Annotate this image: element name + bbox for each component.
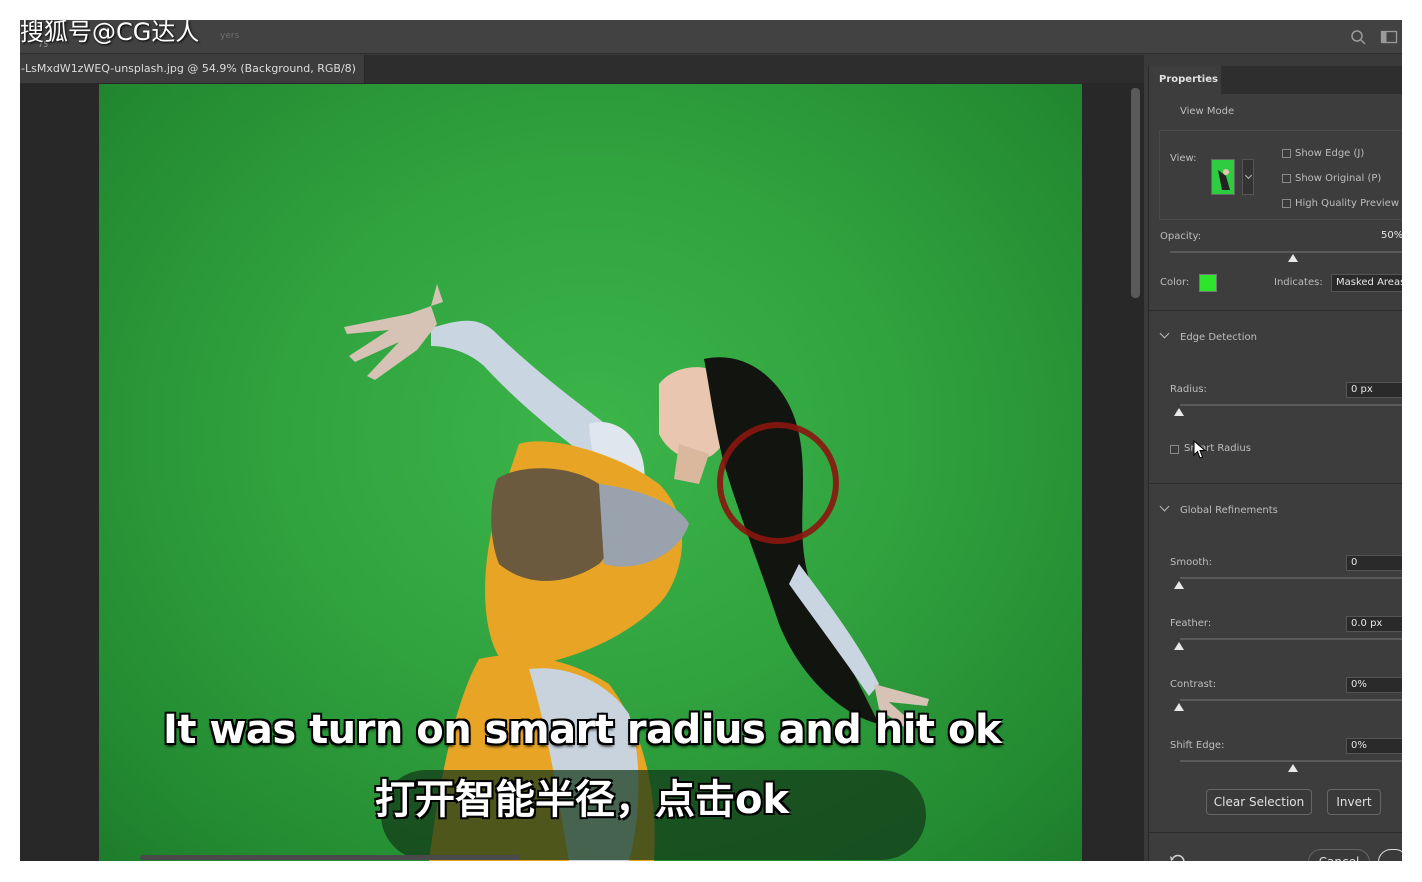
radius-label: Radius: [1170,384,1207,395]
contrast-slider-track[interactable] [1180,699,1402,701]
radius-input[interactable]: 0 px [1346,382,1402,398]
faded-layers-label: yers [220,31,240,41]
mouse-pointer-icon [1193,440,1207,459]
tab-properties[interactable]: Properties [1149,66,1221,94]
section-divider [1149,310,1402,311]
color-swatch[interactable] [1199,274,1217,292]
high-quality-preview-checkbox[interactable] [1282,199,1291,208]
workspace-icon[interactable] [1380,29,1398,45]
document-tab-bar: -LsMxdW1zWEQ-unsplash.jpg @ 54.9% (Backg… [20,55,1144,83]
vertical-scrollbar[interactable] [1131,88,1140,298]
reset-icon[interactable] [1169,853,1187,861]
view-label: View: [1170,153,1197,164]
edge-detection-chevron-icon[interactable] [1159,328,1170,339]
radius-slider-thumb[interactable] [1174,408,1184,416]
indicates-label: Indicates: [1274,277,1323,288]
cancel-button[interactable]: Cancel [1308,849,1370,861]
indicates-select[interactable]: Masked Areas [1331,274,1402,292]
smart-radius-checkbox[interactable] [1170,445,1179,454]
document-tab[interactable]: -LsMxdW1zWEQ-unsplash.jpg @ 54.9% (Backg… [20,55,365,83]
panel-header: Properties [1149,66,1402,94]
chevron-down-icon [1244,171,1253,180]
shift-edge-label: Shift Edge: [1170,740,1225,751]
global-refinements-title[interactable]: Global Refinements [1180,505,1278,516]
show-original-label: Show Original (P) [1295,173,1382,184]
section-divider [1149,483,1402,484]
smooth-slider-track[interactable] [1180,577,1402,579]
horizontal-scrollbar[interactable] [140,855,520,860]
contrast-slider-thumb[interactable] [1174,703,1184,711]
shift-edge-slider-thumb[interactable] [1288,764,1298,772]
ok-button[interactable] [1378,849,1402,861]
edge-detection-title[interactable]: Edge Detection [1180,332,1257,343]
view-dropdown[interactable] [1242,159,1254,195]
clear-selection-button[interactable]: Clear Selection [1206,789,1312,815]
view-thumbnail[interactable] [1211,159,1235,195]
section-divider [1149,832,1402,833]
feather-slider-track[interactable] [1180,638,1402,640]
contrast-input[interactable]: 0% [1346,677,1402,693]
show-edge-label: Show Edge (J) [1295,148,1365,159]
search-icon[interactable] [1350,29,1368,45]
dancer-thumbnail-icon [1218,169,1230,190]
high-quality-preview-label: High Quality Preview [1295,198,1399,209]
shift-edge-slider-track[interactable] [1180,760,1402,762]
watermark: 搜狐号@CG达人 [20,18,200,46]
show-edge-checkbox[interactable] [1282,149,1291,158]
view-mode-title: View Mode [1180,106,1235,117]
feather-slider-thumb[interactable] [1174,642,1184,650]
color-label: Color: [1160,277,1190,288]
radius-slider-track[interactable] [1180,404,1402,406]
opacity-label: Opacity: [1160,231,1202,242]
show-original-checkbox[interactable] [1282,174,1291,183]
opacity-value[interactable]: 50% [1377,229,1402,245]
global-refinements-chevron-icon[interactable] [1159,501,1170,512]
smooth-label: Smooth: [1170,557,1212,568]
invert-button[interactable]: Invert [1327,789,1381,815]
feather-label: Feather: [1170,618,1212,629]
subtitle-english: It was turn on smart radius and hit ok [162,707,1002,753]
opacity-slider-thumb[interactable] [1288,254,1298,262]
feather-input[interactable]: 0.0 px [1346,616,1402,632]
opacity-slider-track[interactable] [1170,251,1402,253]
options-bar: 75 yers [20,20,1402,54]
photoshop-window: 75 yers -LsMxdW1zWEQ-unsplash.jpg @ 54.9… [20,20,1402,861]
properties-panel: Properties View Mode View: Show Edge (J)… [1148,66,1402,861]
contrast-label: Contrast: [1170,679,1217,690]
smooth-slider-thumb[interactable] [1174,581,1184,589]
canvas-area[interactable]: It was turn on smart radius and hit ok 打… [20,83,1144,861]
subtitle-chinese: 打开智能半径，点击ok [374,777,790,823]
shift-edge-input[interactable]: 0% [1346,738,1402,754]
smooth-input[interactable]: 0 [1346,555,1402,571]
